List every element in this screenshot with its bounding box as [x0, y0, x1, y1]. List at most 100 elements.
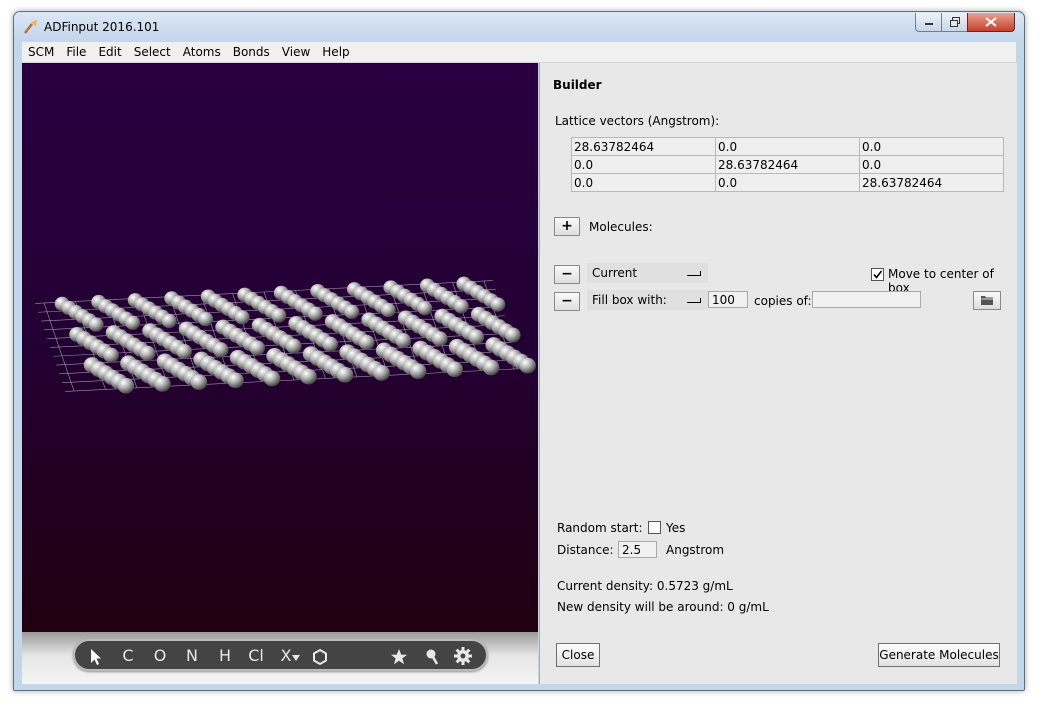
atom-sphere: [380, 302, 396, 318]
new-density-text: New density will be around: 0 g/mL: [557, 600, 769, 614]
menu-scm[interactable]: SCM: [22, 45, 60, 59]
atom-sphere: [176, 343, 192, 359]
ring-hexagon-icon[interactable]: [311, 646, 329, 668]
lattice-cell[interactable]: 0.0: [715, 173, 860, 192]
atom-sphere: [307, 306, 323, 321]
current-density-text: Current density: 0.5723 g/mL: [557, 579, 733, 593]
close-button[interactable]: Close: [556, 643, 600, 667]
molecule-viewport[interactable]: [22, 63, 538, 632]
distance-field[interactable]: 2.5: [618, 541, 657, 558]
distance-unit-label: Angstrom: [666, 543, 725, 557]
minimize-button[interactable]: [915, 13, 942, 32]
menu-bar: SCM File Edit Select Atoms Bonds View He…: [22, 42, 1016, 63]
lattice-row: 28.63782464 0.0 0.0: [571, 137, 1004, 156]
dropdown-arrow-icon: [687, 298, 701, 303]
atom-sphere: [88, 317, 104, 332]
minimize-icon: [924, 23, 933, 25]
open-file-button[interactable]: [973, 291, 1001, 310]
lattice-cell[interactable]: 0.0: [859, 155, 1004, 174]
add-molecule-button[interactable]: +: [554, 217, 580, 236]
atom-sphere: [161, 313, 177, 329]
folder-icon: [981, 296, 993, 305]
maximize-button[interactable]: [941, 13, 968, 32]
dropdown-arrow-icon: [687, 271, 701, 276]
copies-of-label: copies of:: [754, 294, 812, 308]
lattice-cell[interactable]: 0.0: [571, 173, 716, 192]
title-bar[interactable]: ADFinput 2016.101: [14, 12, 1024, 42]
atom-sphere: [446, 361, 463, 378]
atom-sphere: [344, 304, 360, 319]
pin-tool-icon[interactable]: [424, 646, 440, 668]
window-title: ADFinput 2016.101: [44, 20, 160, 34]
menu-file[interactable]: File: [60, 45, 92, 59]
app-window: ADFinput 2016.101 SCM File Edit Select A…: [13, 11, 1025, 691]
remove-molecule-button[interactable]: −: [554, 265, 580, 284]
distance-label: Distance:: [557, 543, 614, 557]
menu-edit[interactable]: Edit: [92, 45, 127, 59]
star-icon[interactable]: [390, 646, 408, 668]
atom-sphere: [417, 301, 433, 316]
dropdown-triangle-icon[interactable]: [292, 655, 300, 677]
menu-view[interactable]: View: [276, 45, 316, 59]
menu-select[interactable]: Select: [128, 45, 177, 59]
atom-sphere: [431, 331, 448, 347]
tool-chlorine[interactable]: Cl: [245, 645, 267, 667]
lattice-cell[interactable]: 0.0: [571, 155, 716, 174]
lattice-cell[interactable]: 28.63782464: [571, 137, 716, 156]
close-window-button[interactable]: [967, 13, 1015, 32]
random-start-checkbox[interactable]: [648, 521, 661, 534]
fill-mode-dropdown[interactable]: Fill box with:: [587, 290, 708, 310]
builder-title: Builder: [553, 78, 602, 92]
copies-count-field[interactable]: 100: [708, 291, 748, 308]
move-to-center-checkbox[interactable]: [871, 268, 884, 281]
lattice-vectors-table: 28.63782464 0.0 0.0 0.0 28.63782464 0.0 …: [571, 137, 1004, 192]
tool-carbon[interactable]: C: [119, 645, 137, 667]
molecules-label: Molecules:: [589, 220, 653, 234]
atom-sphere: [504, 327, 521, 343]
lattice-cell[interactable]: 28.63782464: [859, 173, 1004, 192]
atom-sphere: [285, 338, 302, 354]
atom-sphere: [212, 342, 229, 358]
gear-icon[interactable]: [453, 645, 473, 667]
fill-mode-value: Fill box with:: [592, 293, 667, 307]
atom-sphere: [227, 372, 244, 389]
molecule-scene[interactable]: [22, 63, 538, 632]
atom-sphere: [154, 376, 171, 392]
atom-sphere: [395, 333, 412, 349]
atom-sphere: [139, 345, 156, 361]
atom-sphere: [358, 334, 375, 350]
copies-of-field[interactable]: [812, 291, 921, 308]
select-arrow-icon[interactable]: [89, 646, 103, 668]
atom-sphere: [300, 368, 317, 385]
tool-hydrogen[interactable]: H: [216, 645, 234, 667]
restore-icon: [949, 17, 960, 27]
random-yes-label: Yes: [666, 521, 686, 535]
lattice-cell[interactable]: 28.63782464: [715, 155, 860, 174]
generate-molecules-button[interactable]: Generate Molecules: [878, 643, 1000, 667]
atom-sphere: [263, 370, 281, 387]
remove-fill-row-button[interactable]: −: [554, 292, 580, 311]
atom-sphere: [373, 365, 390, 381]
lattice-cell[interactable]: 0.0: [859, 137, 1004, 156]
tool-oxygen[interactable]: O: [151, 645, 169, 667]
menu-bonds[interactable]: Bonds: [227, 45, 276, 59]
atom-sphere: [490, 297, 506, 312]
atom-sphere: [482, 359, 500, 376]
atom-sphere: [190, 374, 208, 390]
bottom-toolbar-area: C O N H Cl X: [22, 632, 538, 684]
lattice-vectors-label: Lattice vectors (Angstrom):: [555, 114, 720, 128]
lattice-row: 0.0 0.0 28.63782464: [571, 173, 1004, 192]
menu-help[interactable]: Help: [316, 45, 355, 59]
lattice-cell[interactable]: 0.0: [715, 137, 860, 156]
atom-sphere: [103, 347, 119, 363]
close-icon: [985, 17, 997, 27]
tool-nitrogen[interactable]: N: [183, 645, 201, 667]
atom-sphere: [453, 299, 469, 314]
molecule-source-value: Current: [592, 266, 638, 280]
atom-sphere: [117, 377, 135, 394]
menu-atoms[interactable]: Atoms: [177, 45, 227, 59]
builder-panel: Builder Lattice vectors (Angstrom): 28.6…: [539, 63, 1017, 684]
molecule-source-dropdown[interactable]: Current: [587, 263, 708, 283]
atom-sphere: [409, 363, 427, 379]
atom-sphere: [234, 310, 250, 325]
